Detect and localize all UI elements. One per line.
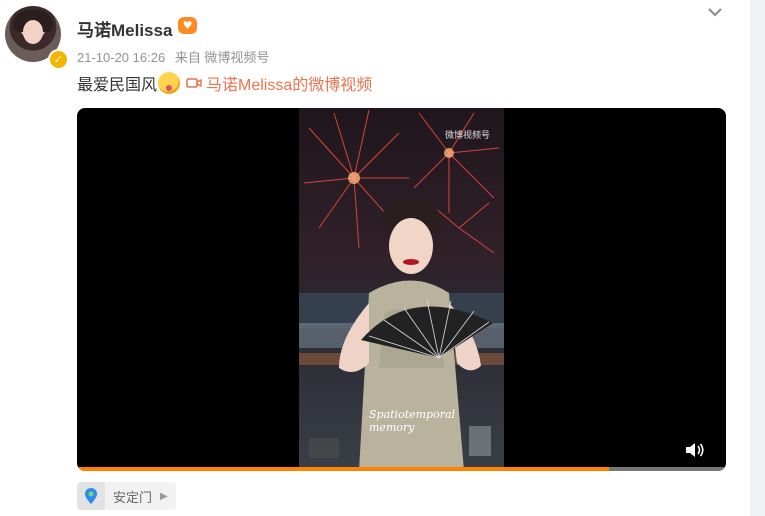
avatar-face <box>23 20 43 44</box>
verified-badge-icon: ✓ <box>48 49 69 70</box>
timestamp[interactable]: 21-10-20 16:26 <box>77 50 165 65</box>
post-meta: 21-10-20 16:26 来自 微博视频号 <box>77 47 275 66</box>
chevron-right-icon: ▶ <box>160 490 168 502</box>
video-link-text[interactable]: 马诺Melissa的微博视频 <box>206 71 372 95</box>
tongue-out-emoji-icon <box>158 72 181 94</box>
video-player[interactable]: 微博视频号 Spatiotemporal memory <box>77 108 726 471</box>
progress-fill <box>77 467 610 471</box>
post-text: 最爱民国风 <box>77 77 158 94</box>
sidebar-edge <box>750 0 765 516</box>
video-frame[interactable]: 微博视频号 Spatiotemporal memory <box>299 108 504 471</box>
chevron-down-icon[interactable] <box>705 2 725 22</box>
video-camera-icon <box>186 78 202 88</box>
map-pin-icon <box>77 482 105 510</box>
video-caption: Spatiotemporal memory <box>369 408 456 434</box>
video-link[interactable]: 马诺Melissa的微博视频 <box>186 71 372 95</box>
volume-icon[interactable] <box>684 441 706 459</box>
location-tag[interactable]: 安定门 ▶ <box>77 482 176 510</box>
post-text-line: 最爱民国风 马诺Melissa的微博视频 <box>77 71 372 95</box>
vip-heart-icon[interactable]: ♥ <box>178 17 197 34</box>
source[interactable]: 来自 微博视频号 <box>175 50 270 65</box>
video-watermark: 微博视频号 <box>444 130 490 140</box>
progress-bar[interactable] <box>77 467 726 471</box>
location-label[interactable]: 安定门 <box>113 487 152 506</box>
username[interactable]: 马诺Melissa <box>77 16 172 41</box>
